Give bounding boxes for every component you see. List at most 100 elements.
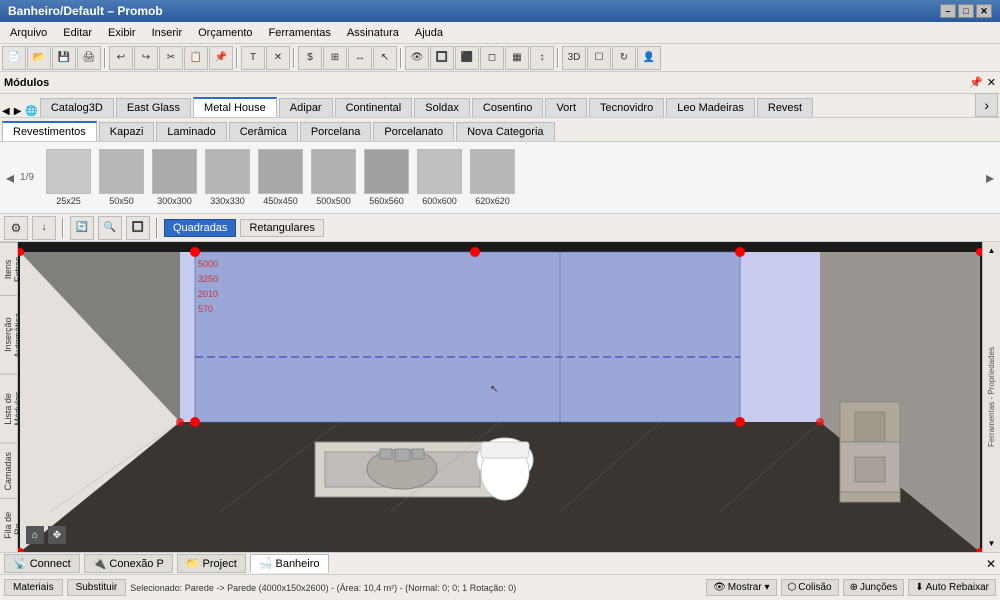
catalog-nav-fwd[interactable]: ▶	[14, 106, 22, 117]
toolbar-text[interactable]: T	[241, 46, 265, 70]
category-tab-revestimentos[interactable]: Revestimentos	[2, 121, 97, 141]
toolbar-plan[interactable]: ☐	[587, 46, 611, 70]
right-scroll-down[interactable]: ▼	[988, 539, 996, 548]
vtab-lista[interactable]: Lista de Módulos	[0, 374, 17, 443]
toolbar-redo[interactable]: ↪	[134, 46, 158, 70]
tile-scroll-right[interactable]: ▸	[984, 168, 996, 188]
tile-450x450[interactable]: 450x450	[256, 147, 305, 208]
tile-600x600[interactable]: 600x600	[415, 147, 464, 208]
toolbar-view5[interactable]: ▦	[505, 46, 529, 70]
toolbar-delete[interactable]: ✕	[266, 46, 290, 70]
catalog-tab-leomadeiras[interactable]: Leo Madeiras	[666, 98, 755, 117]
toolbar-dim[interactable]: ↕	[530, 46, 554, 70]
filter-arrow-icon[interactable]: ↓	[32, 216, 56, 240]
toolbar-open[interactable]: 📂	[27, 46, 51, 70]
toolbar-view4[interactable]: ◻	[480, 46, 504, 70]
toolbar-cut[interactable]: ✂	[159, 46, 183, 70]
catalog-tab-tecnovidro[interactable]: Tecnovidro	[589, 98, 664, 117]
taskbar-banheiro[interactable]: 🛁 Banheiro	[250, 554, 329, 573]
nav-pan[interactable]: ✥	[48, 526, 66, 544]
menu-inserir[interactable]: Inserir	[144, 25, 191, 41]
autorebaixar-btn[interactable]: ⬇ Auto Rebaixar	[908, 579, 996, 596]
maximize-button[interactable]: □	[958, 4, 974, 18]
menu-exibir[interactable]: Exibir	[100, 25, 144, 41]
menu-orcamento[interactable]: Orçamento	[190, 25, 260, 41]
taskbar-project[interactable]: 📁 Project	[177, 554, 246, 573]
pin-icon[interactable]: 📌	[969, 76, 983, 89]
vtab-itens-extras[interactable]: Itens Extras	[0, 242, 17, 295]
toolbar-grid[interactable]: ⊞	[323, 46, 347, 70]
toolbar-3d[interactable]: 3D	[562, 46, 586, 70]
taskbar-close[interactable]: ✕	[986, 557, 996, 571]
tile-560x560[interactable]: 560x560	[362, 147, 411, 208]
category-tab-porcelanato[interactable]: Porcelanato	[373, 122, 454, 141]
tile-scroll-left[interactable]: ◂	[4, 168, 16, 188]
vtab-camadas[interactable]: Camadas	[0, 443, 17, 499]
toolbar-paste[interactable]: 📌	[209, 46, 233, 70]
category-tab-laminado[interactable]: Laminado	[156, 122, 226, 141]
catalog-tab-cosentino[interactable]: Cosentino	[472, 98, 544, 117]
toolbar-print[interactable]: 🖨	[77, 46, 101, 70]
3d-viewport[interactable]: 5000 3250 2010 570	[18, 242, 982, 552]
toolbar-save[interactable]: 💾	[52, 46, 76, 70]
toolbar-rotate[interactable]: ↻	[612, 46, 636, 70]
menu-ferramentas[interactable]: Ferramentas	[261, 25, 339, 41]
materiais-btn[interactable]: Materiais	[4, 579, 63, 596]
toolbar-view2[interactable]: 🔲	[430, 46, 454, 70]
menu-ajuda[interactable]: Ajuda	[407, 25, 451, 41]
filter-quadradas-btn[interactable]: Quadradas	[164, 219, 236, 237]
toolbar-new[interactable]: 📄	[2, 46, 26, 70]
vtab-insercao[interactable]: Inserção Automática	[0, 295, 17, 374]
menu-assinatura[interactable]: Assinatura	[339, 25, 407, 41]
catalog-tab-revest[interactable]: Revest	[757, 98, 813, 117]
category-tab-kapazi[interactable]: Kapazi	[99, 122, 155, 141]
banheiro-icon: 🛁	[259, 557, 273, 570]
catalog-nav-back[interactable]: ◀	[2, 106, 10, 117]
filter-icon2[interactable]: 🔍	[98, 216, 122, 240]
juncoes-btn[interactable]: ⊕ Junções	[843, 579, 905, 596]
menu-editar[interactable]: Editar	[55, 25, 100, 41]
taskbar-conexao[interactable]: 🔌 Conexão P	[84, 554, 173, 573]
tile-50x50[interactable]: 50x50	[97, 147, 146, 208]
nav-home[interactable]: ⌂	[26, 526, 44, 544]
filter-icon3[interactable]: 🔲	[126, 216, 150, 240]
mostrar-btn[interactable]: 👁 Mostrar ▾	[706, 579, 776, 596]
modules-title: Módulos	[4, 77, 49, 89]
tile-620x620[interactable]: 620x620	[468, 147, 517, 208]
vtab-fila[interactable]: Fila de Re...	[0, 498, 17, 552]
filter-settings-icon[interactable]: ⚙	[4, 216, 28, 240]
menu-arquivo[interactable]: Arquivo	[2, 25, 55, 41]
toolbar-view3[interactable]: ⬛	[455, 46, 479, 70]
toolbar-currency[interactable]: $	[298, 46, 322, 70]
toolbar-copy[interactable]: 📋	[184, 46, 208, 70]
minimize-button[interactable]: –	[940, 4, 956, 18]
substituir-btn[interactable]: Substituir	[67, 579, 127, 596]
toolbar-arrow[interactable]: ↖	[373, 46, 397, 70]
catalog-tab-continental[interactable]: Continental	[335, 98, 413, 117]
catalog-tab-vort[interactable]: Vort	[545, 98, 587, 117]
close-button[interactable]: ✕	[976, 4, 992, 18]
category-tab-ceramica[interactable]: Cerâmica	[229, 122, 298, 141]
catalog-tab-soldax[interactable]: Soldax	[414, 98, 470, 117]
tile-330x330[interactable]: 330x330	[203, 147, 252, 208]
close-modules-icon[interactable]: ✕	[987, 76, 996, 89]
catalog-tab-adipar[interactable]: Adipar	[279, 98, 333, 117]
toolbar-view1[interactable]: 👁	[405, 46, 429, 70]
toolbar-undo[interactable]: ↩	[109, 46, 133, 70]
category-tab-novacategoria[interactable]: Nova Categoria	[456, 122, 554, 141]
catalog-tab-eastglass[interactable]: East Glass	[116, 98, 191, 117]
catalog-more-btn[interactable]: ›	[975, 93, 998, 117]
taskbar-connect[interactable]: 📡 Connect	[4, 554, 80, 573]
catalog-tab-metalhouse[interactable]: Metal House	[193, 97, 277, 117]
filter-icon1[interactable]: 🔄	[70, 216, 94, 240]
tile-500x500[interactable]: 500x500	[309, 147, 358, 208]
category-tab-porcelana[interactable]: Porcelana	[300, 122, 372, 141]
tile-25x25[interactable]: 25x25	[44, 147, 93, 208]
colisao-btn[interactable]: ⬡ Colisão	[781, 579, 839, 596]
toolbar-user[interactable]: 👤	[637, 46, 661, 70]
filter-retangulares-btn[interactable]: Retangulares	[240, 219, 323, 237]
toolbar-move[interactable]: ↔	[348, 46, 372, 70]
catalog-tab-catalog3d[interactable]: Catalog3D	[40, 98, 114, 117]
tile-300x300[interactable]: 300x300	[150, 147, 199, 208]
right-scroll-up[interactable]: ▲	[988, 246, 996, 255]
